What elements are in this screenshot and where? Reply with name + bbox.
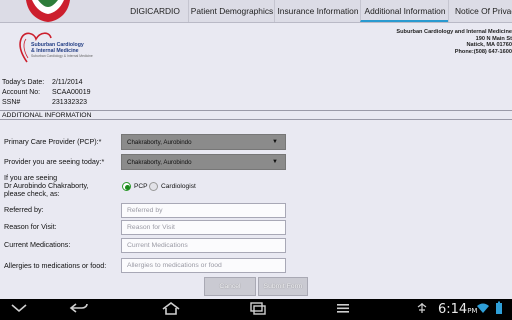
account-label: Account No:	[2, 89, 41, 96]
referred-by-label: Referred by:	[4, 205, 44, 214]
practice-logo: Suburban Cardiology & Internal Medicine …	[18, 28, 93, 66]
tab-notice-of-privacy[interactable]: Notice Of Privac	[448, 0, 512, 22]
tab-additional-information[interactable]: Additional Information	[360, 0, 449, 22]
dropdown-arrow-icon: ▼	[272, 159, 278, 165]
reason-for-visit-label: Reason for Visit:	[4, 222, 57, 231]
wifi-icon	[476, 301, 490, 317]
usb-icon	[412, 301, 432, 317]
keyboard-hide-icon[interactable]	[6, 301, 32, 317]
ssn-value: 231332323	[51, 99, 87, 106]
status-clock: 6:14PM	[438, 302, 477, 317]
current-medications-label: Current Medications:	[4, 240, 71, 249]
radio-cardiologist-label: Cardiologist	[161, 183, 196, 190]
todays-date-row: Today's Date: 2/11/2014	[2, 78, 83, 88]
menu-icon[interactable]	[330, 301, 356, 317]
allergies-input[interactable]: Allergies to medications or food	[121, 258, 286, 273]
logo-line-3: Suburban Cardiology & Internal Medicine	[31, 54, 93, 58]
form-footer: Cancel Submit Form	[0, 277, 512, 299]
allergies-label: Allergies to medications or food:	[4, 261, 107, 270]
referred-by-input[interactable]: Referred by	[121, 203, 286, 218]
provider-select[interactable]: Chakraborty, Aurobindo ▼	[121, 154, 286, 170]
todays-date-value: 2/11/2014	[51, 79, 83, 86]
back-icon[interactable]	[66, 301, 92, 317]
pcp-select[interactable]: Chakraborty, Aurobindo ▼	[121, 134, 286, 150]
practice-city: Natick, MA 01760	[466, 42, 512, 49]
tab-digicardio[interactable]: DIGICARDIO	[122, 0, 188, 22]
account-row: Account No: SCAA00019	[2, 88, 90, 98]
pcp-label: Primary Care Provider (PCP):*	[4, 137, 102, 146]
recent-apps-icon[interactable]	[244, 301, 270, 317]
practice-header: Suburban Cardiology & Internal Medicine …	[0, 23, 512, 71]
dropdown-arrow-icon: ▼	[272, 139, 278, 145]
practice-street: 190 N Main St	[475, 35, 512, 42]
radio-pcp[interactable]	[122, 182, 131, 191]
tab-insurance-information[interactable]: Insurance Information	[274, 0, 361, 22]
submit-form-button[interactable]: Submit Form	[258, 277, 308, 296]
practice-address: Suburban Cardiology and Internal Medicin…	[396, 29, 512, 55]
radio-cardiologist[interactable]	[149, 182, 158, 191]
clock-time: 6:14	[438, 302, 468, 317]
todays-date-label: Today's Date:	[2, 79, 45, 86]
tab-bar: DIGICARDIO Patient Demographics Insuranc…	[0, 0, 512, 23]
system-nav-bar: 6:14PM	[0, 299, 512, 320]
account-value: SCAA00019	[51, 89, 91, 96]
provider-select-value: Chakraborty, Aurobindo	[127, 159, 192, 166]
battery-icon	[492, 301, 506, 317]
reason-for-visit-input[interactable]: Reason for Visit	[121, 220, 286, 235]
app-logo-icon	[22, 0, 74, 22]
ssn-label: SSN#	[2, 99, 21, 106]
tab-patient-demographics[interactable]: Patient Demographics	[188, 0, 275, 22]
pcp-select-value: Chakraborty, Aurobindo	[127, 139, 192, 146]
cancel-button[interactable]: Cancel	[204, 277, 256, 296]
radio-pcp-label: PCP	[134, 183, 148, 190]
provider-label: Provider you are seeing today:*	[4, 157, 105, 166]
ssn-row: SSN# 231332323	[2, 98, 87, 108]
form-content: Today's Date: 2/11/2014 Account No: SCAA…	[0, 72, 512, 277]
practice-phone: Phone:(508) 647-1600	[454, 48, 512, 55]
practice-name: Suburban Cardiology and Internal Medicin…	[396, 29, 512, 35]
home-icon[interactable]	[158, 301, 184, 317]
seeing-as-line-3: please check, as:	[4, 189, 60, 198]
section-title: ADDITIONAL INFORMATION	[0, 110, 512, 120]
current-medications-input[interactable]: Current Medications	[121, 238, 286, 253]
